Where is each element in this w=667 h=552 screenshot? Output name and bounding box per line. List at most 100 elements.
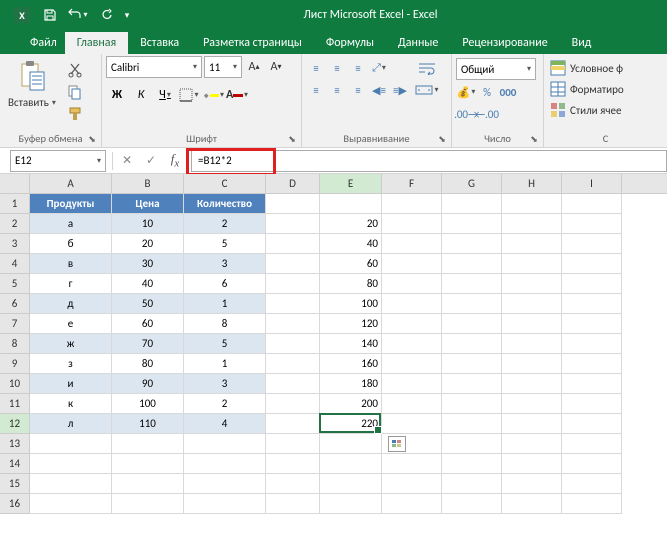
cell-E3[interactable]: 40 [320,234,382,254]
cell-C16[interactable] [184,494,266,514]
insert-function-icon[interactable]: fx [163,150,187,172]
cell-F9[interactable] [382,354,442,374]
cell-D9[interactable] [266,354,320,374]
row-header-4[interactable]: 4 [0,254,29,274]
tab-page-layout[interactable]: Разметка страницы [191,32,314,54]
tab-formulas[interactable]: Формулы [314,32,386,54]
cell-F7[interactable] [382,314,442,334]
cell-B8[interactable]: 70 [112,334,184,354]
column-header-I[interactable]: I [562,174,622,193]
row-header-16[interactable]: 16 [0,494,29,514]
cell-D4[interactable] [266,254,320,274]
merge-center-icon[interactable]: ▾ [414,80,440,100]
cell-G1[interactable] [442,194,502,214]
cell-G8[interactable] [442,334,502,354]
cell-B12[interactable]: 110 [112,414,184,434]
row-header-14[interactable]: 14 [0,454,29,474]
cell-A6[interactable]: д [30,294,112,314]
align-center-icon[interactable]: ≡ [327,80,347,100]
cell-F11[interactable] [382,394,442,414]
cell-C15[interactable] [184,474,266,494]
cell-A12[interactable]: л [30,414,112,434]
increase-decimal-icon[interactable]: .00→ [456,104,476,124]
align-middle-icon[interactable]: ≡ [327,58,347,78]
format-as-table-button[interactable]: Форматиро [548,79,626,99]
column-header-E[interactable]: E [320,174,382,193]
column-header-F[interactable]: F [382,174,442,193]
cell-G13[interactable] [442,434,502,454]
column-header-G[interactable]: G [442,174,502,193]
cut-icon[interactable] [64,60,86,80]
cell-F2[interactable] [382,214,442,234]
cell-C7[interactable]: 8 [184,314,266,334]
row-header-12[interactable]: 12 [0,414,29,434]
column-header-D[interactable]: D [266,174,320,193]
cell-C13[interactable] [184,434,266,454]
cell-B14[interactable] [112,454,184,474]
column-header-H[interactable]: H [502,174,562,193]
cell-I6[interactable] [562,294,622,314]
cell-A15[interactable] [30,474,112,494]
cancel-formula-icon[interactable]: ✕ [115,150,139,172]
cell-H16[interactable] [502,494,562,514]
column-header-A[interactable]: A [30,174,112,193]
cell-A7[interactable]: е [30,314,112,334]
row-header-11[interactable]: 11 [0,394,29,414]
cell-A11[interactable]: к [30,394,112,414]
cell-B1[interactable]: Цена [112,194,184,214]
paste-button[interactable]: Вставить▾ [4,58,60,111]
borders-button[interactable]: ▾ [178,84,200,106]
cell-C10[interactable]: 3 [184,374,266,394]
cell-C2[interactable]: 2 [184,214,266,234]
cell-A2[interactable]: а [30,214,112,234]
cell-B13[interactable] [112,434,184,454]
cell-D12[interactable] [266,414,320,434]
font-dialog-launcher[interactable]: ⬊ [286,133,298,145]
underline-button[interactable]: Ч▾ [154,84,176,106]
row-header-7[interactable]: 7 [0,314,29,334]
increase-indent-icon[interactable]: ≡▶ [390,80,410,100]
align-left-icon[interactable]: ≡ [306,80,326,100]
increase-font-icon[interactable]: A▴ [244,56,264,78]
cell-C3[interactable]: 5 [184,234,266,254]
cell-B15[interactable] [112,474,184,494]
cell-D8[interactable] [266,334,320,354]
cell-G14[interactable] [442,454,502,474]
cell-E16[interactable] [320,494,382,514]
cell-A8[interactable]: ж [30,334,112,354]
decrease-decimal-icon[interactable]: ←.00 [477,104,497,124]
cell-E15[interactable] [320,474,382,494]
font-color-button[interactable]: A▾ [226,84,248,106]
row-header-15[interactable]: 15 [0,474,29,494]
tab-insert[interactable]: Вставка [128,32,191,54]
cell-I15[interactable] [562,474,622,494]
cell-C6[interactable]: 1 [184,294,266,314]
cell-I13[interactable] [562,434,622,454]
cell-I11[interactable] [562,394,622,414]
cell-F10[interactable] [382,374,442,394]
align-right-icon[interactable]: ≡ [348,80,368,100]
row-header-6[interactable]: 6 [0,294,29,314]
cell-G4[interactable] [442,254,502,274]
cell-D3[interactable] [266,234,320,254]
orientation-icon[interactable]: ⤢▾ [369,58,389,78]
row-header-1[interactable]: 1 [0,194,29,214]
cell-H9[interactable] [502,354,562,374]
cell-styles-button[interactable]: Стили ячее [548,100,623,120]
qat-customize-icon[interactable]: ▾ [120,3,134,27]
undo-icon[interactable]: ▾ [64,3,92,27]
cell-E6[interactable]: 100 [320,294,382,314]
cell-A13[interactable] [30,434,112,454]
cell-I4[interactable] [562,254,622,274]
cell-E11[interactable]: 200 [320,394,382,414]
cell-G10[interactable] [442,374,502,394]
cell-C11[interactable]: 2 [184,394,266,414]
italic-button[interactable]: К [130,84,152,106]
cell-D1[interactable] [266,194,320,214]
conditional-formatting-button[interactable]: Условное ф [548,58,625,78]
cell-I16[interactable] [562,494,622,514]
cell-B4[interactable]: 30 [112,254,184,274]
cell-H3[interactable] [502,234,562,254]
percent-format-icon[interactable]: % [477,82,497,102]
cell-H14[interactable] [502,454,562,474]
